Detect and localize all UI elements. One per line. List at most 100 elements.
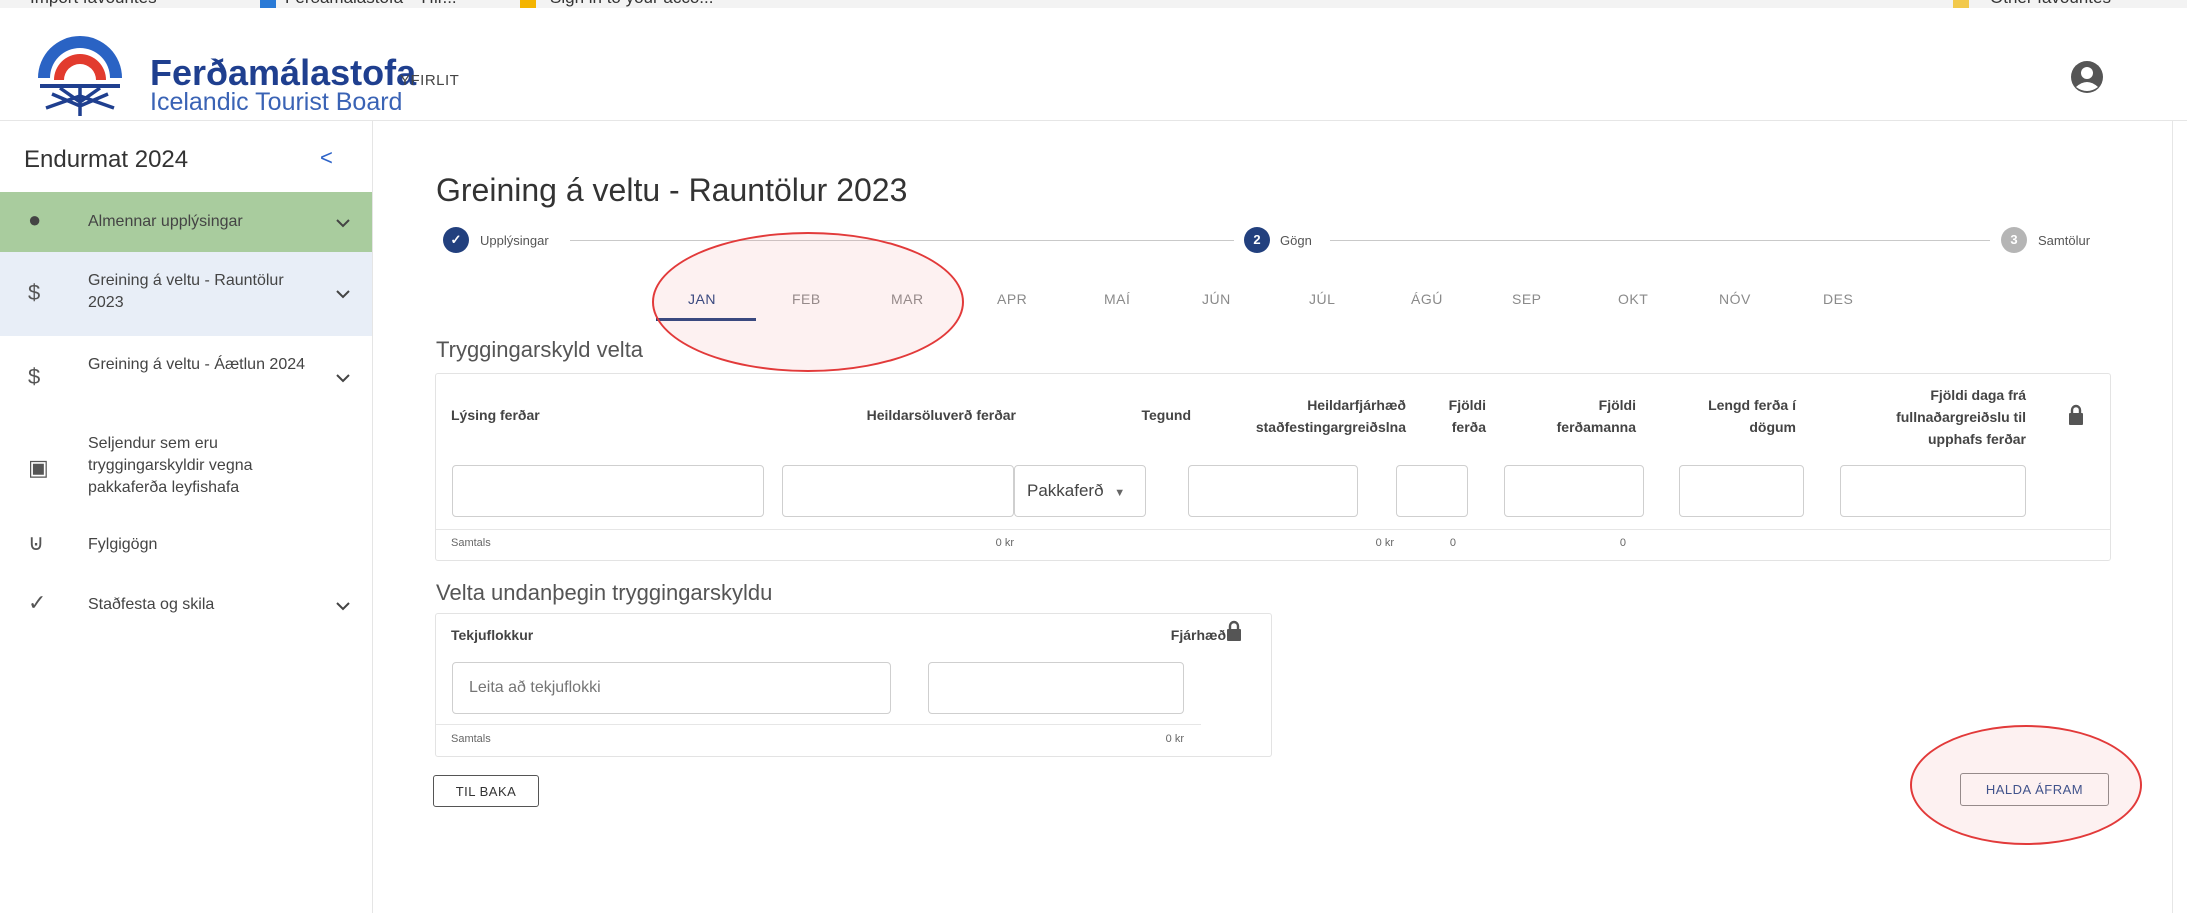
col-header-fjoldi-daga: Fjöldi daga frá fullnaðargreiðslu til up… [1796, 384, 2026, 450]
step-label-gogn[interactable]: Gögn [1280, 233, 1312, 248]
lock-icon [1227, 620, 1241, 641]
tab-jul[interactable]: JÚL [1309, 291, 1335, 307]
microsoft-icon [520, 0, 536, 8]
sidebar-item-label: Greining á veltu - Rauntölur 2023 [88, 272, 284, 311]
chevron-down-icon [336, 290, 350, 299]
sidebar-item-seljendur[interactable]: ▣ Seljendur sem eru tryggingarskyldir ve… [0, 420, 372, 520]
col-header-lengd: Lengd ferða í dögum [1656, 394, 1796, 438]
col-header-tegund: Tegund [1141, 407, 1191, 423]
tab-sep[interactable]: SEP [1512, 291, 1542, 307]
fjarhaed-input[interactable] [928, 662, 1184, 714]
header-line: upphafs ferðar [1927, 431, 2026, 447]
bookmark-import-favourites[interactable]: Import favourites [30, 0, 157, 8]
total-heildarfjarhaed: 0 kr [1375, 537, 1394, 549]
tab-nov[interactable]: NÓV [1719, 291, 1751, 307]
section-title-tryggingarskyld: Tryggingarskyld velta [436, 337, 644, 362]
col-header-heildarfjarhaed: Heildarfjárhæð staðfestingargreiðslna [1176, 394, 1406, 438]
ferdamalastofa-logo-icon[interactable] [30, 36, 130, 118]
divider [436, 529, 2110, 530]
annotation-ellipse-months [652, 232, 964, 372]
tegund-select-value: Pakkaferð [1027, 481, 1104, 500]
total-fjarhaed: 0 kr [1165, 733, 1184, 745]
folder-icon [1953, 0, 1969, 8]
chevron-down-icon [336, 219, 350, 228]
heildarsoluverd-input[interactable] [782, 465, 1014, 517]
sidebar-collapse-button[interactable]: < [320, 145, 333, 171]
col-header-fjarhaed: Fjárhæð [1170, 627, 1226, 643]
total-heildarsoluverd: 0 kr [995, 537, 1014, 549]
sidebar: Endurmat 2024 < ● Almennar upplýsingar $… [0, 121, 373, 913]
chevron-down-icon [336, 602, 350, 611]
step-label-samtolur[interactable]: Samtölur [2038, 233, 2090, 248]
total-ferdamanna: 0 [1619, 537, 1626, 549]
brand-subtitle: Icelandic Tourist Board [150, 88, 403, 116]
browser-bookmarks-bar: Import favourites Ferðamálastofa - Yfir.… [0, 0, 2187, 8]
stepper-connector [570, 240, 1234, 241]
header-line: Fjöldi [1448, 397, 1486, 413]
bookmark-ferdamalastofa[interactable]: Ferðamálastofa - Yfir... [285, 0, 457, 8]
divider [436, 724, 1201, 725]
bookmark-favicon-icon [260, 0, 276, 8]
header-line: Fjöldi [1598, 397, 1636, 413]
header-line: ferða [1451, 419, 1486, 435]
section-title-undanthegin: Velta undanþegin tryggingarskyldu [436, 580, 773, 605]
tekjuflokkur-search-input[interactable] [452, 662, 891, 714]
lysing-ferdar-input[interactable] [452, 465, 764, 517]
app-header: Ferðamálastofa Icelandic Tourist Board Y… [0, 8, 2187, 121]
tab-des[interactable]: DES [1823, 291, 1853, 307]
header-line: Fjöldi daga frá [1930, 387, 2026, 403]
right-divider [2172, 120, 2173, 913]
lengd-ferda-input[interactable] [1679, 465, 1804, 517]
id-card-icon: ▣ [28, 455, 49, 480]
heildarfjarhaed-input[interactable] [1188, 465, 1358, 517]
step-done-check-icon: ✓ [443, 227, 469, 253]
sidebar-item-aaetlun-2024[interactable]: $ Greining á veltu - Áætlun 2024 [0, 336, 372, 420]
undanthegin-table: Tekjuflokkur Fjárhæð Samtals 0 kr [435, 613, 1272, 757]
dropdown-arrow-icon: ▼ [1114, 487, 1126, 499]
totals-label: Samtals [451, 733, 491, 745]
dollar-icon: $ [28, 364, 41, 389]
bookmark-sign-in[interactable]: Sign in to your acco... [550, 0, 713, 8]
tab-okt[interactable]: OKT [1618, 291, 1648, 307]
col-header-fjoldi-ferda: Fjöldi ferða [1416, 394, 1486, 438]
header-line: staðfestingargreiðslna [1255, 419, 1406, 435]
step-label-upplysingar[interactable]: Upplýsingar [480, 233, 549, 248]
tab-agu[interactable]: ÁGÚ [1411, 291, 1443, 307]
tab-jun[interactable]: JÚN [1202, 291, 1231, 307]
sidebar-item-label: Almennar upplýsingar [88, 213, 243, 230]
tryggingarskyld-table: Lýsing ferðar Heildarsöluverð ferðar Teg… [435, 373, 2111, 561]
tegund-select[interactable]: Pakkaferð ▼ [1014, 465, 1146, 517]
sidebar-item-label: Greining á veltu - Áætlun 2024 [88, 356, 306, 373]
tab-apr[interactable]: APR [997, 291, 1027, 307]
bookmark-other-favourites[interactable]: Other favourites [1990, 0, 2111, 8]
back-button[interactable]: TIL BAKA [433, 775, 539, 807]
header-line: dögum [1749, 419, 1796, 435]
fjoldi-ferdamanna-input[interactable] [1504, 465, 1644, 517]
stepper-connector [1330, 240, 1990, 241]
total-ferda: 0 [1449, 537, 1456, 549]
header-line: Lengd ferða í [1708, 397, 1796, 413]
sidebar-item-almennar-upplysingar[interactable]: ● Almennar upplýsingar [0, 192, 372, 252]
sidebar-title: Endurmat 2024 [24, 146, 189, 173]
tab-mai[interactable]: MAÍ [1104, 291, 1130, 307]
page-title: Greining á veltu - Rauntölur 2023 [436, 172, 908, 208]
sidebar-item-label: Staðfesta og skila [88, 596, 215, 613]
col-header-heildarsoluverd: Heildarsöluverð ferðar [866, 407, 1016, 423]
account-icon[interactable] [2070, 60, 2104, 94]
nav-yfirlit-link[interactable]: YFIRLIT [400, 72, 459, 89]
totals-label: Samtals [451, 537, 491, 549]
col-header-lysing: Lýsing ferðar [451, 407, 540, 423]
sidebar-item-stadfesta-og-skila[interactable]: ✓ Staðfesta og skila [0, 580, 372, 640]
col-header-tekjuflokkur: Tekjuflokkur [451, 627, 534, 643]
step-marker-2: 2 [1244, 227, 1270, 253]
header-line: fullnaðargreiðslu til [1896, 409, 2026, 425]
dollar-icon: $ [28, 280, 41, 305]
step-marker-3: 3 [2001, 227, 2027, 253]
info-icon: ● [28, 207, 42, 232]
fjoldi-ferda-input[interactable] [1396, 465, 1468, 517]
lock-icon [2069, 404, 2083, 425]
sidebar-item-rauntolur-2023[interactable]: $ Greining á veltu - Rauntölur 2023 [0, 252, 372, 336]
sidebar-item-label: Seljendur sem eru tryggingarskyldir vegn… [88, 435, 253, 496]
fjoldi-daga-input[interactable] [1840, 465, 2026, 517]
sidebar-item-fylgigogn[interactable]: ⊍ Fylgigögn [0, 520, 372, 580]
